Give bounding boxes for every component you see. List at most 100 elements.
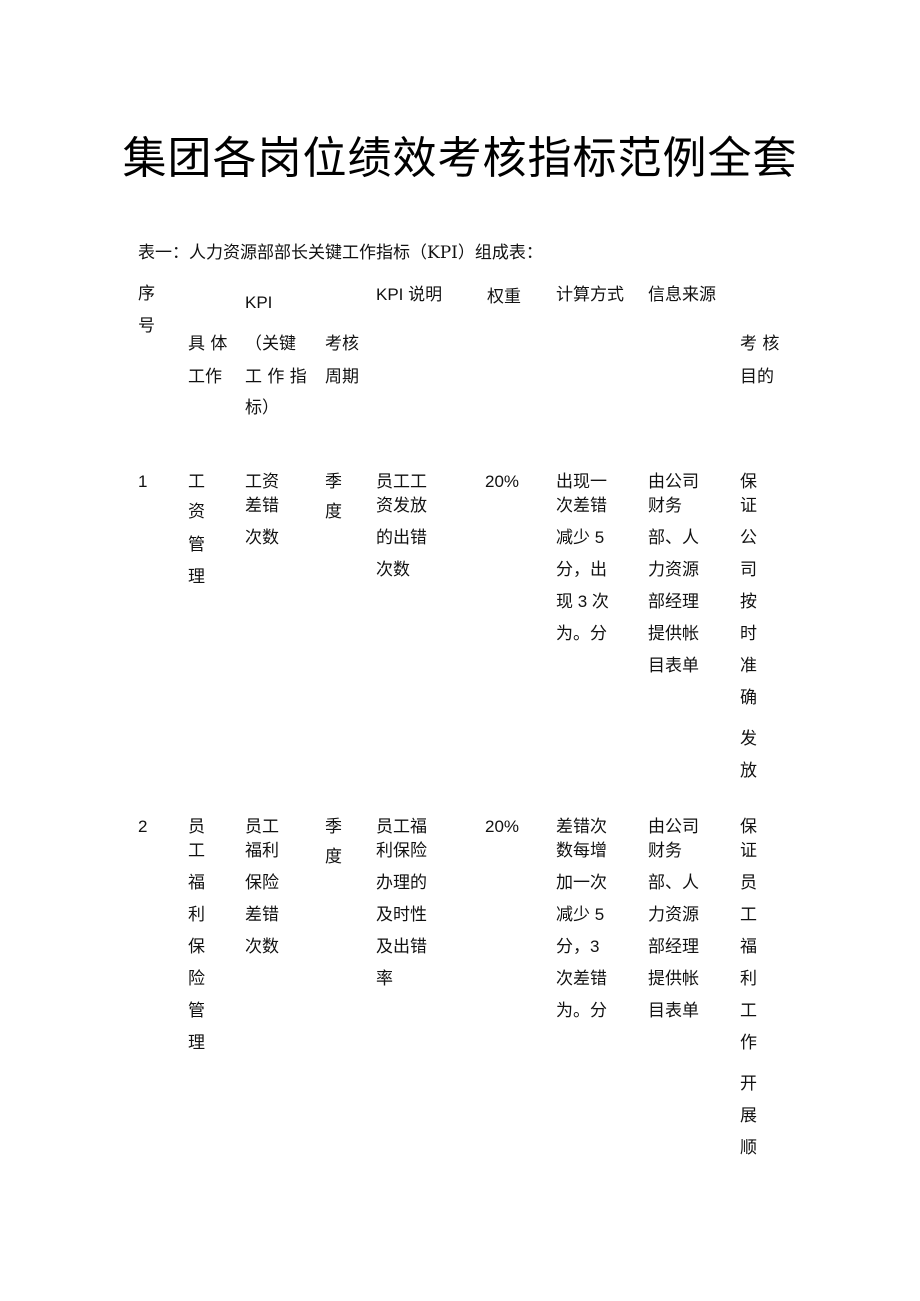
row-purpose: 发 (740, 729, 757, 749)
row-work: 险 (188, 969, 205, 989)
row-calc: 次差错 (556, 496, 607, 515)
row-calc: 次差错 (556, 969, 607, 988)
header-purpose: 考 核 (740, 334, 780, 354)
row-work: 保 (188, 937, 205, 957)
row-purpose: 工 (740, 1001, 757, 1021)
row-seq: 1 (138, 472, 148, 491)
header-seq: 号 (138, 316, 155, 336)
row-work: 员 (188, 817, 205, 837)
row-calc: 数每增 (556, 841, 607, 860)
row-source: 部、人 (648, 873, 699, 893)
row-purpose: 工 (740, 905, 757, 925)
row-desc: 利保险 (376, 841, 427, 861)
row-kpi: 工资 (245, 472, 279, 492)
document-title: 集团各岗位绩效考核指标范例全套 (122, 133, 798, 184)
row-purpose: 福 (740, 937, 757, 957)
header-weight: 权重 (487, 287, 521, 307)
row-desc: 的出错 (376, 528, 427, 548)
row-purpose: 确 (740, 688, 757, 708)
row-weight: 20% (485, 472, 520, 491)
row-source: 部经理 (648, 937, 699, 957)
row-purpose: 展 (740, 1106, 757, 1126)
header-source: 信息来源 (648, 285, 716, 305)
header-kpi-full: （关键 (245, 334, 296, 354)
row-calc: 差错次 (556, 817, 607, 836)
row-source: 财务 (648, 841, 682, 861)
row-source: 由公司 (648, 472, 699, 492)
row-purpose: 按 (740, 592, 757, 612)
row-purpose: 证 (740, 841, 757, 861)
row-kpi: 福利 (245, 841, 279, 861)
table-caption: 表一：人力资源部部长关键工作指标（KPI）组成表： (138, 243, 543, 263)
row-purpose: 作 (740, 1033, 757, 1053)
row-period: 度 (325, 502, 342, 522)
row-source: 力资源 (648, 560, 699, 580)
row-purpose: 保 (740, 472, 757, 492)
row-purpose: 准 (740, 656, 757, 676)
row-seq: 2 (138, 817, 148, 836)
row-work: 管 (188, 1001, 205, 1021)
row-calc: 为。分 (556, 624, 607, 643)
row-desc: 办理的 (376, 873, 427, 893)
row-calc: 现 3 次 (556, 592, 609, 611)
header-calc: 计算方式 (556, 285, 624, 305)
row-purpose: 放 (740, 761, 757, 781)
row-source: 目表单 (648, 656, 699, 676)
row-desc: 员工福 (376, 817, 427, 837)
row-calc: 为。分 (556, 1001, 607, 1020)
row-purpose: 利 (740, 969, 757, 989)
row-calc: 分，出 (556, 560, 607, 579)
header-seq: 序 (138, 284, 155, 304)
row-calc: 加一次 (556, 873, 607, 892)
row-period: 度 (325, 847, 342, 867)
row-work: 工 (188, 841, 205, 861)
row-source: 由公司 (648, 817, 699, 837)
row-kpi: 员工 (245, 817, 279, 837)
row-work: 福 (188, 873, 205, 893)
row-work: 理 (188, 1033, 205, 1053)
row-weight: 20% (485, 817, 520, 836)
header-purpose: 目的 (740, 367, 774, 387)
row-kpi: 差错 (245, 905, 279, 925)
row-source: 部、人 (648, 528, 699, 548)
row-desc: 次数 (376, 560, 410, 580)
row-source: 目表单 (648, 1001, 699, 1021)
row-work: 利 (188, 905, 205, 925)
header-kpi: KPI (245, 293, 273, 312)
row-purpose: 司 (740, 560, 757, 580)
row-purpose: 证 (740, 496, 757, 516)
row-desc: 及出错 (376, 937, 427, 957)
row-period: 季 (325, 817, 342, 837)
row-work: 工 (188, 472, 205, 492)
row-purpose: 公 (740, 528, 757, 548)
header-kpi-full: 工 作 指 (245, 367, 307, 387)
header-period: 考核 (325, 334, 359, 354)
row-work: 管 (188, 535, 205, 555)
header-kpi-desc: KPI 说明 (376, 285, 443, 304)
row-kpi: 次数 (245, 937, 279, 957)
row-source: 提供帐 (648, 969, 699, 989)
row-purpose: 开 (740, 1074, 757, 1094)
row-work: 理 (188, 567, 205, 587)
row-purpose: 时 (740, 624, 757, 644)
row-source: 力资源 (648, 905, 699, 925)
row-source: 部经理 (648, 592, 699, 612)
header-kpi-full: 标） (245, 398, 279, 418)
row-desc: 员工工 (376, 472, 427, 492)
row-kpi: 次数 (245, 528, 279, 548)
row-desc: 资发放 (376, 496, 427, 516)
row-source: 提供帐 (648, 624, 699, 644)
row-period: 季 (325, 472, 342, 492)
row-work: 资 (188, 502, 205, 522)
row-kpi: 保险 (245, 873, 279, 893)
header-work: 工作 (188, 367, 222, 387)
row-calc: 减少 5 (556, 528, 605, 547)
header-work: 具 体 (188, 334, 228, 354)
row-calc: 出现一 (556, 472, 607, 491)
row-source: 财务 (648, 496, 682, 516)
row-kpi: 差错 (245, 496, 279, 516)
row-purpose: 员 (740, 873, 757, 893)
row-desc: 及时性 (376, 905, 427, 925)
row-purpose: 顺 (740, 1138, 757, 1158)
row-calc: 分，3 (556, 937, 600, 956)
